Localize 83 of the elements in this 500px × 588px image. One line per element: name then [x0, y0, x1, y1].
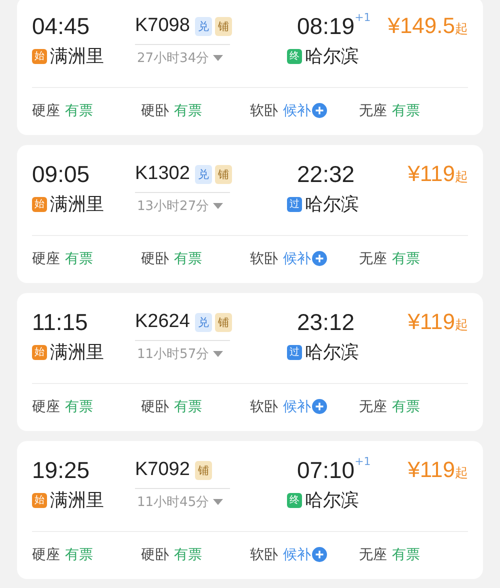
ticket-status: 候补: [283, 398, 311, 416]
seat-class: 软卧: [250, 250, 278, 268]
ticket-status: 有票: [174, 250, 202, 268]
station-badge: 过: [287, 344, 302, 360]
arrival-station: 哈尔滨: [305, 193, 359, 216]
train-number: K7092: [135, 459, 190, 481]
arrival-station: 哈尔滨: [305, 45, 359, 68]
train-number: K1302: [135, 163, 190, 185]
arrival-time: 23:12: [297, 308, 355, 337]
seat-class: 硬卧: [141, 398, 169, 416]
arrival-time: 08:19: [297, 12, 355, 41]
ticket-status: 有票: [65, 398, 93, 416]
seat-class: 硬卧: [141, 102, 169, 120]
price: ¥119起: [408, 160, 468, 188]
station-badge: 始: [32, 48, 47, 64]
caret-icon: [213, 203, 224, 209]
ticket-status: 候补: [283, 102, 311, 120]
seat-class: 无座: [359, 250, 387, 268]
train-card[interactable]: 09:05 始 满洲里 K1302 兑 铺 13小时27分 22:32 过 哈尔滨 ¥119起 硬座 有票 硬卧 有票 软卧 候补 无座 有票: [17, 145, 483, 283]
seat-class: 硬卧: [141, 250, 169, 268]
seat-class: 软卧: [250, 102, 278, 120]
train-tag: 兑: [194, 16, 212, 36]
station-badge: 始: [32, 196, 47, 212]
ticket-status: 有票: [392, 398, 420, 416]
ticket-status: 候补: [283, 250, 311, 268]
departure-station: 满洲里: [50, 45, 104, 68]
train-tag: 兑: [194, 312, 212, 332]
ticket-status: 有票: [392, 102, 420, 120]
ticket-status: 有票: [392, 250, 420, 268]
train-card[interactable]: 11:15 始 满洲里 K2624 兑 铺 11小时57分 23:12 过 哈尔滨 ¥119起 硬座 有票 硬卧 有票 软卧 候补 无座 有票: [17, 293, 483, 431]
price: ¥149.5起: [388, 12, 468, 40]
departure-time: 09:05: [32, 160, 91, 189]
departure-time: 11:15: [32, 308, 89, 337]
departure-station: 满洲里: [50, 489, 104, 512]
station-badge: 过: [287, 196, 302, 212]
ticket-status: 有票: [65, 546, 93, 564]
station-badge: 始: [32, 492, 47, 508]
ticket-status: 有票: [392, 546, 420, 564]
departure-station: 满洲里: [50, 193, 104, 216]
arrival-station: 哈尔滨: [305, 489, 359, 512]
station-badge: 终: [287, 48, 302, 64]
train-tag: 铺: [214, 164, 232, 184]
price: ¥119起: [408, 308, 468, 336]
station-badge: 始: [32, 344, 47, 360]
seat-class: 硬座: [32, 546, 60, 564]
station-badge: 终: [287, 492, 302, 508]
departure-time: 04:45: [32, 12, 91, 41]
ticket-status: 有票: [65, 250, 93, 268]
seat-class: 硬座: [32, 102, 60, 120]
day-offset: +1: [354, 455, 371, 468]
ticket-status: 有票: [174, 398, 202, 416]
train-tag: 铺: [214, 16, 232, 36]
arrival-time: 22:32: [297, 160, 355, 189]
train-tag: 铺: [194, 460, 212, 480]
add-icon[interactable]: [312, 103, 327, 118]
train-tag: 铺: [214, 312, 232, 332]
price: ¥119起: [408, 456, 468, 484]
seat-class: 硬卧: [141, 546, 169, 564]
caret-icon: [213, 55, 224, 61]
arrival-station: 哈尔滨: [305, 341, 359, 364]
caret-icon: [213, 499, 224, 505]
seat-class: 无座: [359, 398, 387, 416]
seat-class: 硬座: [32, 398, 60, 416]
add-icon[interactable]: [312, 251, 327, 266]
seat-class: 硬座: [32, 250, 60, 268]
caret-icon: [213, 351, 224, 357]
train-number: K2624: [135, 311, 190, 333]
train-tag: 兑: [194, 164, 212, 184]
seat-class: 无座: [359, 102, 387, 120]
ticket-status: 有票: [174, 102, 202, 120]
ticket-status: 有票: [65, 102, 93, 120]
ticket-status: 有票: [174, 546, 202, 564]
departure-station: 满洲里: [50, 341, 104, 364]
add-icon[interactable]: [312, 547, 327, 562]
train-number: K7098: [135, 15, 190, 37]
departure-time: 19:25: [32, 456, 91, 485]
add-icon[interactable]: [312, 399, 327, 414]
ticket-status: 候补: [283, 546, 311, 564]
seat-class: 软卧: [250, 546, 278, 564]
day-offset: +1: [354, 11, 371, 24]
seat-class: 无座: [359, 546, 387, 564]
arrival-time: 07:10: [297, 456, 355, 485]
seat-class: 软卧: [250, 398, 278, 416]
